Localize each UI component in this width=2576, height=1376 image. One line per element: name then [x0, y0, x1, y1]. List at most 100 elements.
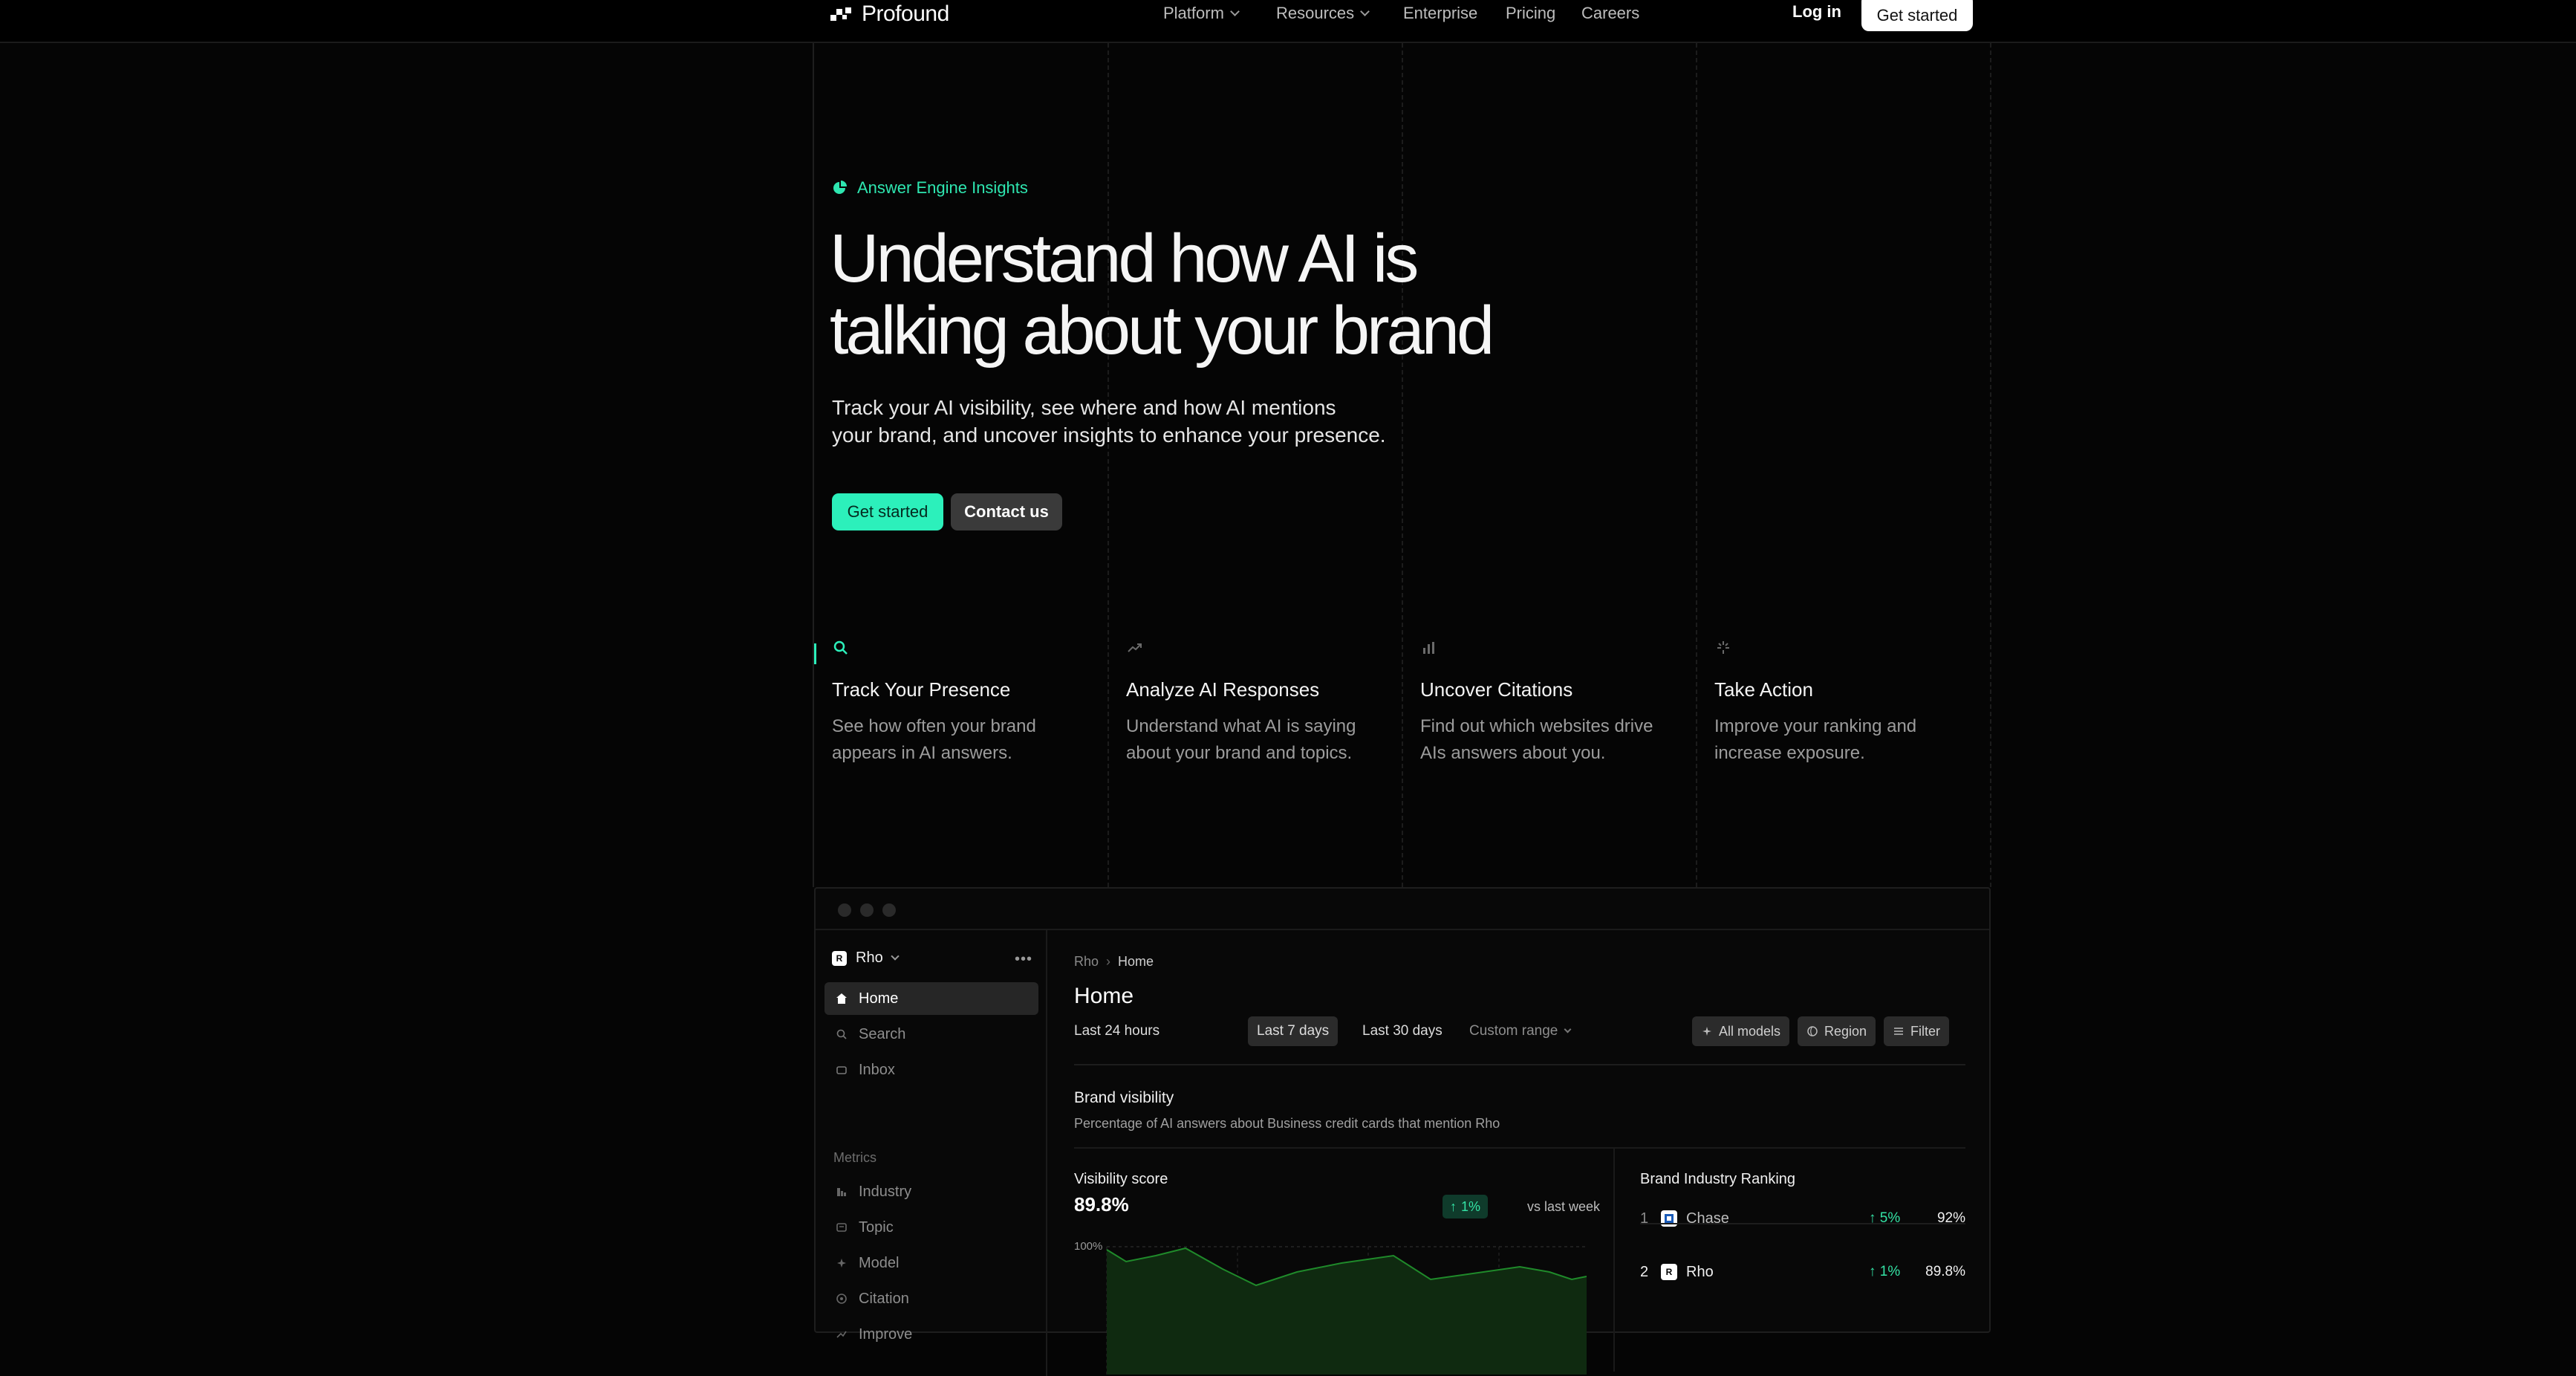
feature-track-presence: Track Your Presence See how often your b… [832, 639, 1122, 767]
chip-label: Filter [1910, 1023, 1940, 1039]
chevron-right-icon: › [1106, 954, 1111, 969]
nav-enterprise[interactable]: Enterprise [1403, 2, 1477, 25]
contact-us-button[interactable]: Contact us [951, 493, 1062, 530]
profound-logo-icon [830, 7, 851, 21]
feature-desc-line: Find out which websites drive [1420, 716, 1653, 736]
nav-careers[interactable]: Careers [1581, 2, 1639, 25]
active-feature-marker [814, 643, 816, 664]
window-titlebar [816, 889, 1989, 930]
sidebar-item-search[interactable]: Search [824, 1018, 1038, 1051]
sidebar-item-industry[interactable]: Industry [824, 1175, 1038, 1208]
rank-brand-name: Rho [1686, 1263, 1714, 1280]
page-title: Home [1074, 984, 1134, 1008]
rank-number: 2 [1640, 1263, 1649, 1280]
sidebar-item-label: Topic [859, 1218, 894, 1236]
hero-headline-line2: talking about your brand [830, 293, 1494, 369]
all-models-chip[interactable]: All models [1692, 1016, 1790, 1046]
breadcrumb-item[interactable]: Rho [1074, 954, 1099, 970]
window-dot [838, 903, 851, 917]
more-icon[interactable]: ••• [1015, 951, 1032, 968]
range-30d[interactable]: Last 30 days [1353, 1016, 1451, 1046]
hero-subtitle-line2: your brand, and uncover insights to enha… [832, 423, 1386, 447]
divider [1613, 1149, 1615, 1372]
brand-logo[interactable]: Profound [830, 1, 949, 27]
visibility-chart: 100% [1074, 1241, 1587, 1375]
filter-chip[interactable]: Filter [1884, 1016, 1949, 1046]
feature-description: See how often your brand appears in AI a… [832, 713, 1122, 767]
feature-title: Analyze AI Responses [1126, 678, 1320, 701]
sidebar-item-citation[interactable]: Citation [824, 1282, 1038, 1315]
trend-icon [1128, 643, 1142, 652]
feature-desc-line: AIs answers about you. [1420, 743, 1606, 763]
home-icon [835, 992, 848, 1005]
get-started-button[interactable]: Get started [1861, 0, 1973, 31]
ranking-row[interactable]: 2 R Rho ↑ 1% 89.8% [1640, 1257, 1965, 1287]
range-custom[interactable]: Custom range [1460, 1016, 1579, 1046]
feature-title: Track Your Presence [832, 678, 1011, 701]
sidebar-item-label: Search [859, 1025, 906, 1042]
sidebar-item-label: Home [859, 990, 899, 1007]
feature-desc-line: Understand what AI is saying [1126, 716, 1356, 736]
hero-badge-label: Answer Engine Insights [857, 178, 1028, 197]
sparkle-icon [1717, 641, 1729, 654]
breadcrumb-current: Home [1118, 954, 1154, 969]
workspace-name: Rho [856, 950, 883, 966]
hero-headline-line1: Understand how AI is [830, 221, 1419, 296]
hero-get-started-button[interactable]: Get started [832, 493, 943, 530]
breadcrumb: Rho › Home [1074, 954, 1154, 970]
sidebar-item-topic[interactable]: Topic [824, 1211, 1038, 1244]
chevron-down-icon [1360, 6, 1370, 16]
workspace-switcher[interactable]: R Rho [832, 950, 900, 967]
chevron-down-icon [1230, 6, 1240, 16]
feature-desc-line: increase exposure. [1714, 743, 1865, 763]
feature-uncover-citations: Uncover Citations Find out which website… [1420, 639, 1710, 767]
comparison-label: vs last week [1527, 1199, 1601, 1214]
nav-platform[interactable]: Platform [1163, 2, 1240, 25]
sidebar-item-inbox[interactable]: Inbox [824, 1054, 1038, 1086]
chevron-down-icon [1564, 1025, 1572, 1033]
metrics-section-label: Metrics [833, 1150, 876, 1165]
feature-desc-line: See how often your brand [832, 716, 1036, 736]
chevron-down-icon [891, 951, 900, 961]
feature-desc-line: about your brand and topics. [1126, 743, 1353, 763]
sidebar-item-home[interactable]: Home [824, 982, 1038, 1015]
grid-line [813, 43, 814, 887]
ranking-row[interactable]: 1 Chase ↑ 5% 92% [1640, 1204, 1965, 1233]
feature-description: Find out which websites drive AIs answer… [1420, 713, 1710, 767]
feature-description: Improve your ranking and increase exposu… [1714, 713, 2004, 767]
hero-subtitle: Track your AI visibility, see where and … [832, 394, 1426, 449]
rank-delta-value: 1% [1879, 1264, 1901, 1279]
window-dot [860, 903, 874, 917]
feature-analyze-responses: Analyze AI Responses Understand what AI … [1126, 639, 1416, 767]
bar-chart-icon [1423, 642, 1434, 654]
rank-delta: ↑ 1% [1869, 1264, 1901, 1279]
login-link[interactable]: Log in [1792, 2, 1841, 22]
top-nav: Profound Platform Resources Enterprise P… [0, 0, 2576, 43]
model-icon [835, 1256, 848, 1270]
range-7d[interactable]: Last 7 days [1248, 1016, 1339, 1046]
nav-resources-label: Resources [1276, 4, 1355, 22]
sidebar-item-label: Citation [859, 1290, 909, 1307]
sidebar-item-improve[interactable]: Improve [824, 1318, 1038, 1351]
sidebar-item-model[interactable]: Model [824, 1247, 1038, 1279]
rank-number: 1 [1640, 1210, 1649, 1227]
nav-platform-label: Platform [1163, 4, 1224, 22]
nav-pricing[interactable]: Pricing [1506, 2, 1555, 25]
range-24h[interactable]: Last 24 hours [1065, 1016, 1168, 1046]
rho-logo-icon: R [1661, 1264, 1677, 1280]
industry-icon [835, 1185, 848, 1198]
sidebar-item-label: Model [859, 1254, 900, 1271]
delta-value: 1% [1461, 1198, 1481, 1214]
range-custom-label: Custom range [1469, 1023, 1558, 1039]
workspace-logo: R [832, 950, 847, 966]
search-icon [835, 1028, 848, 1041]
visibility-score-value: 89.8% [1074, 1193, 1129, 1216]
visibility-delta-badge: ↑ 1% [1443, 1195, 1489, 1218]
app-sidebar: R Rho ••• Home Search Inbox Metrics Indu… [816, 930, 1047, 1376]
region-chip[interactable]: Region [1798, 1016, 1876, 1046]
nav-resources[interactable]: Resources [1276, 2, 1370, 25]
hero-headline: Understand how AI is talking about your … [830, 223, 1572, 367]
improve-icon [835, 1328, 848, 1341]
divider [1640, 1223, 1965, 1224]
globe-icon [1807, 1026, 1818, 1036]
